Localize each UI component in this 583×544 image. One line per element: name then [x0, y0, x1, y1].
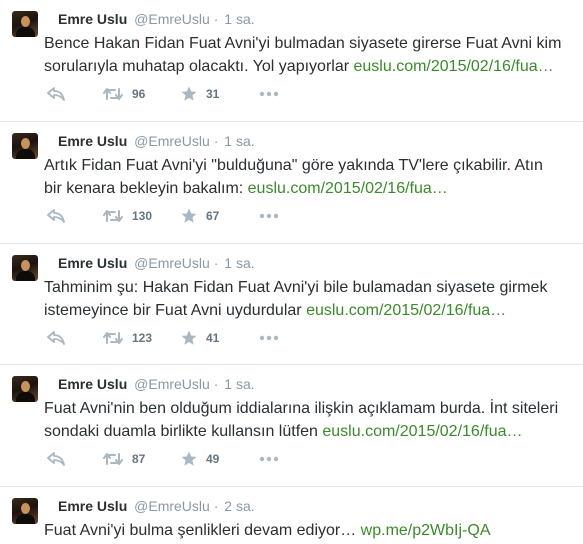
avatar[interactable]	[12, 376, 38, 402]
separator-dot: ·	[213, 255, 219, 271]
retweet-count: 130	[132, 209, 153, 223]
tweet-link[interactable]: euslu.com/2015/02/16/fua…	[306, 302, 506, 319]
tweet-timestamp[interactable]: 2 sa.	[224, 498, 254, 514]
tweet-text: Fuat Avni'yi bulma şenlikleri devam ediy…	[44, 519, 564, 542]
retweet-icon	[103, 332, 123, 344]
tweet-text: Tahminim şu: Hakan Fidan Fuat Avni'yi bi…	[44, 276, 564, 322]
avatar[interactable]	[12, 498, 38, 524]
more-button[interactable]	[259, 91, 279, 97]
tweet-link[interactable]: euslu.com/2015/02/16/fua…	[322, 423, 522, 440]
author-username[interactable]: @EmreUslu	[134, 255, 210, 271]
tweet-link[interactable]: euslu.com/2015/02/16/fua…	[354, 58, 554, 75]
more-button[interactable]	[259, 213, 279, 219]
reply-icon	[47, 331, 65, 345]
author-username[interactable]: @EmreUslu	[134, 11, 210, 27]
tweet[interactable]: Emre Uslu @EmreUslu · 1 sa. Artık Fidan …	[0, 122, 583, 244]
retweet-button[interactable]: 130	[103, 209, 181, 223]
tweet[interactable]: Emre Uslu @EmreUslu · 1 sa. Tahminim şu:…	[0, 244, 583, 365]
tweet-text: Bence Hakan Fidan Fuat Avni'yi bulmadan …	[44, 32, 564, 78]
retweet-button[interactable]: 96	[103, 87, 181, 101]
separator-dot: ·	[213, 11, 219, 27]
separator-dot: ·	[213, 498, 219, 514]
tweet[interactable]: Emre Uslu @EmreUslu · 1 sa. Bence Hakan …	[0, 0, 583, 122]
author-username[interactable]: @EmreUslu	[134, 376, 210, 392]
more-icon	[259, 456, 279, 462]
avatar[interactable]	[12, 255, 38, 281]
retweet-count: 96	[132, 87, 146, 101]
tweet-text-body: Fuat Avni'yi bulma şenlikleri devam ediy…	[44, 522, 361, 539]
reply-button[interactable]	[47, 452, 103, 466]
avatar[interactable]	[12, 133, 38, 159]
reply-icon	[47, 87, 65, 101]
favorite-count: 67	[206, 209, 220, 223]
retweet-icon	[103, 88, 123, 100]
tweet-header: Emre Uslu @EmreUslu · 1 sa.	[58, 131, 573, 151]
star-icon	[181, 208, 197, 223]
retweet-button[interactable]: 123	[103, 331, 181, 345]
tweet[interactable]: Emre Uslu @EmreUslu · 2 sa. Fuat Avni'yi…	[0, 487, 583, 544]
tweet-header: Emre Uslu @EmreUslu · 2 sa.	[58, 496, 573, 516]
separator-dot: ·	[213, 133, 219, 149]
star-icon	[181, 330, 197, 345]
tweet[interactable]: Emre Uslu @EmreUslu · 1 sa. Fuat Avni'ni…	[0, 365, 583, 487]
tweet-timestamp[interactable]: 1 sa.	[224, 11, 254, 27]
more-button[interactable]	[259, 456, 279, 462]
favorite-count: 49	[206, 452, 220, 466]
reply-button[interactable]	[47, 209, 103, 223]
tweet-actions: 87 49	[47, 450, 279, 468]
avatar[interactable]	[12, 11, 38, 37]
favorite-button[interactable]: 67	[181, 208, 259, 224]
author-name[interactable]: Emre Uslu	[58, 498, 127, 514]
more-button[interactable]	[259, 335, 279, 341]
tweet-text: Artık Fidan Fuat Avni'yi "bulduğuna" gör…	[44, 154, 564, 200]
favorite-button[interactable]: 31	[181, 86, 259, 102]
more-icon	[259, 335, 279, 341]
tweet-timestamp[interactable]: 1 sa.	[224, 133, 254, 149]
tweet-actions: 130 67	[47, 207, 279, 225]
author-name[interactable]: Emre Uslu	[58, 376, 127, 392]
reply-button[interactable]	[47, 331, 103, 345]
tweet-header: Emre Uslu @EmreUslu · 1 sa.	[58, 374, 573, 394]
tweet-header: Emre Uslu @EmreUslu · 1 sa.	[58, 253, 573, 273]
tweet-timeline: Emre Uslu @EmreUslu · 1 sa. Bence Hakan …	[0, 0, 583, 544]
retweet-icon	[103, 453, 123, 465]
author-username[interactable]: @EmreUslu	[134, 133, 210, 149]
author-name[interactable]: Emre Uslu	[58, 133, 127, 149]
tweet-timestamp[interactable]: 1 sa.	[224, 376, 254, 392]
tweet-timestamp[interactable]: 1 sa.	[224, 255, 254, 271]
more-icon	[259, 91, 279, 97]
retweet-button[interactable]: 87	[103, 452, 181, 466]
reply-icon	[47, 209, 65, 223]
tweet-actions: 96 31	[47, 85, 279, 103]
reply-icon	[47, 452, 65, 466]
more-icon	[259, 213, 279, 219]
author-name[interactable]: Emre Uslu	[58, 255, 127, 271]
tweet-actions: 123 41	[47, 329, 279, 347]
separator-dot: ·	[213, 376, 219, 392]
retweet-icon	[103, 210, 123, 222]
reply-button[interactable]	[47, 87, 103, 101]
star-icon	[181, 451, 197, 466]
author-name[interactable]: Emre Uslu	[58, 11, 127, 27]
tweet-header: Emre Uslu @EmreUslu · 1 sa.	[58, 9, 573, 29]
retweet-count: 123	[132, 331, 153, 345]
favorite-button[interactable]: 41	[181, 330, 259, 346]
tweet-link[interactable]: wp.me/p2WbIj-QA	[361, 522, 491, 539]
tweet-link[interactable]: euslu.com/2015/02/16/fua…	[248, 180, 448, 197]
favorite-button[interactable]: 49	[181, 451, 259, 467]
star-icon	[181, 86, 197, 101]
tweet-text: Fuat Avni'nin ben olduğum iddialarına il…	[44, 397, 564, 443]
favorite-count: 41	[206, 331, 220, 345]
retweet-count: 87	[132, 452, 146, 466]
author-username[interactable]: @EmreUslu	[134, 498, 210, 514]
favorite-count: 31	[206, 87, 220, 101]
